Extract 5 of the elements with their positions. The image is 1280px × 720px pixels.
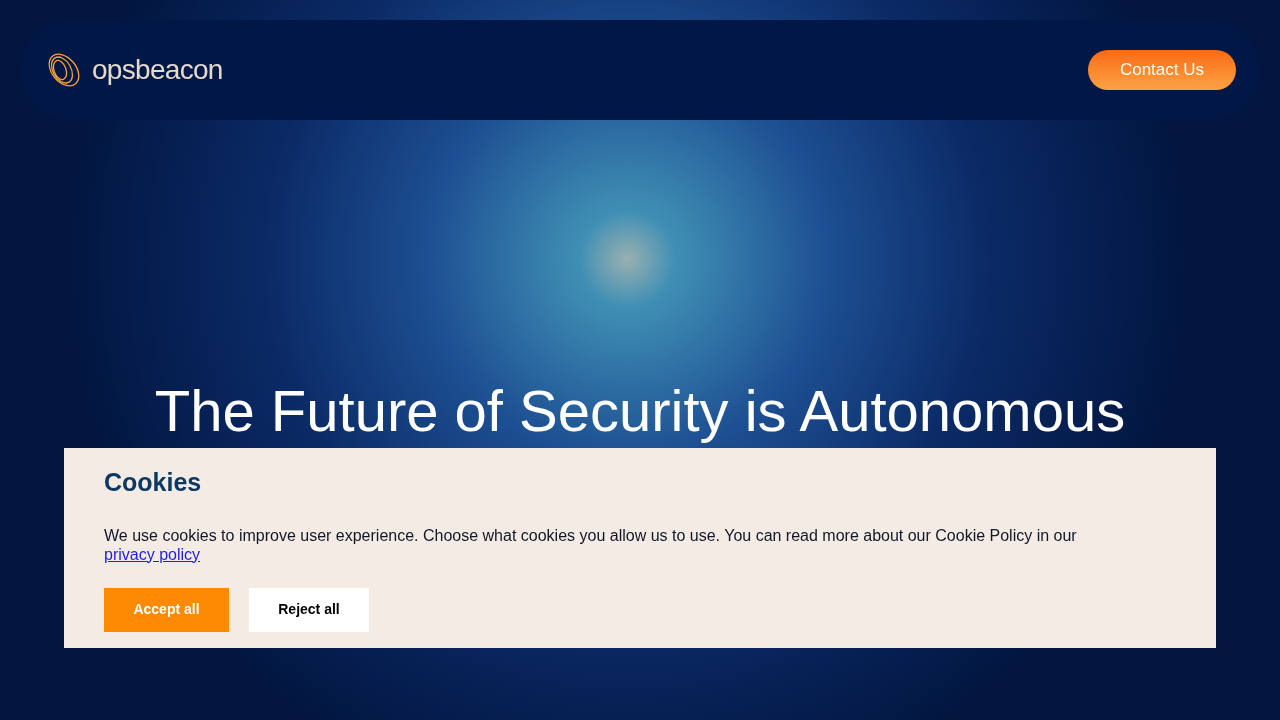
cookie-title: Cookies [104, 467, 203, 498]
logo-text: opsbeacon [92, 53, 223, 87]
cookie-text: We use cookies to improve user experience. Choose what cookies you allow us to use. You can read more about our Cookie Policy in our privacy policy [104, 525, 1078, 564]
privacy-policy-link[interactable]: privacy policy [104, 545, 201, 563]
reject-button[interactable]: Reject all [249, 587, 369, 632]
